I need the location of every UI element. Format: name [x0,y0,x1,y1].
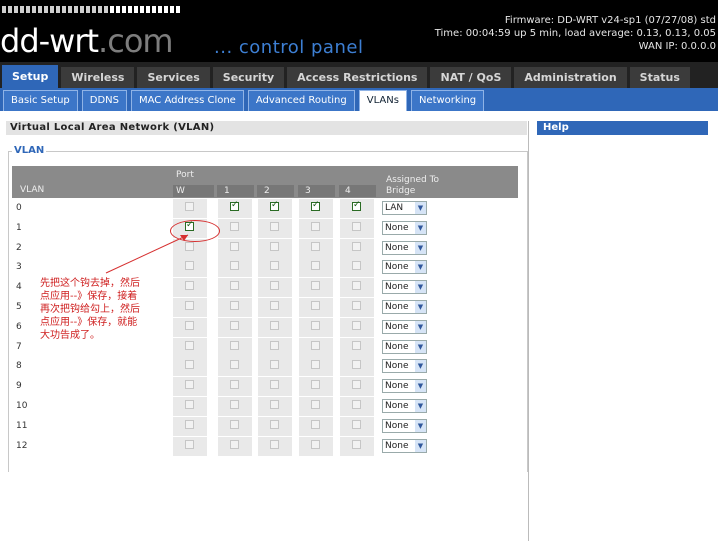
logo-dot [38,6,42,13]
logo-dot [128,6,132,13]
sub-tab-vlans[interactable]: VLANs [358,90,407,111]
main-tab-status[interactable]: Status [629,67,690,88]
logo-dot [80,6,84,13]
main-tab-nat-qos[interactable]: NAT / QoS [430,67,512,88]
logo-dot [152,6,156,13]
logo-dot [74,6,78,13]
logo-dot [116,6,120,13]
logo-dot [176,6,180,13]
header: dd-wrt.com ... control panel Firmware: D… [0,0,718,62]
annotation-text: 先把这个钩去掉，然后 点应用--》保存，接着 再次把钩给勾上，然后 点应用--》… [40,278,140,341]
firmware-text: Firmware: DD-WRT v24-sp1 (07/27/08) std [504,15,716,26]
logo-dot [146,6,150,13]
main-tab-administration[interactable]: Administration [514,67,627,88]
main-tab-wireless[interactable]: Wireless [61,67,135,88]
sub-tab-mac-address-clone[interactable]: MAC Address Clone [131,90,244,111]
logo-dot [32,6,36,13]
logo-dot [134,6,138,13]
logo-dot [158,6,162,13]
main-tab-access-restrictions[interactable]: Access Restrictions [287,67,428,88]
logo-dot [110,6,114,13]
router-info: Firmware: DD-WRT v24-sp1 (07/27/08) std T… [435,14,716,53]
logo-dot [62,6,66,13]
wan-ip-text: WAN IP: 0.0.0.0 [638,41,716,52]
logo-dot [8,6,12,13]
logo-dot [26,6,30,13]
main-tab-services[interactable]: Services [137,67,210,88]
logo-suffix: .com [98,22,174,60]
logo-dot [20,6,24,13]
sub-tab-ddns[interactable]: DDNS [81,90,127,111]
logo-dot [92,6,96,13]
main-nav: Setup Wireless Services Security Access Rest… [0,62,718,88]
logo-dot [170,6,174,13]
logo-dot [104,6,108,13]
logo-dot [50,6,54,13]
sub-tab-advanced-routing[interactable]: Advanced Routing [247,90,355,111]
sub-tab-basic-setup[interactable]: Basic Setup [3,90,78,111]
logo-dot [44,6,48,13]
logo-dot [140,6,144,13]
logo-dot [164,6,168,13]
logo-dot [98,6,102,13]
logo-dot [2,6,6,13]
logo-main: dd-wrt [0,22,99,60]
main-tab-setup[interactable]: Setup [2,65,59,88]
main-tab-security[interactable]: Security [212,67,285,88]
sub-tab-networking[interactable]: Networking [410,90,485,111]
uptime-text: Time: 00:04:59 up 5 min, load average: 0… [434,28,716,39]
control-panel-subtitle: ... control panel [214,37,364,58]
sub-nav: Basic Setup DDNS MAC Address Clone Advanced… [0,88,718,112]
logo-dot [122,6,126,13]
logo-dot [14,6,18,13]
content: Virtual Local Area Network (VLAN) Help V… [0,113,718,541]
logo-dots [2,6,192,14]
logo-dot [86,6,90,13]
logo-dot [68,6,72,13]
logo: dd-wrt.com [0,22,174,60]
logo-dot [56,6,60,13]
